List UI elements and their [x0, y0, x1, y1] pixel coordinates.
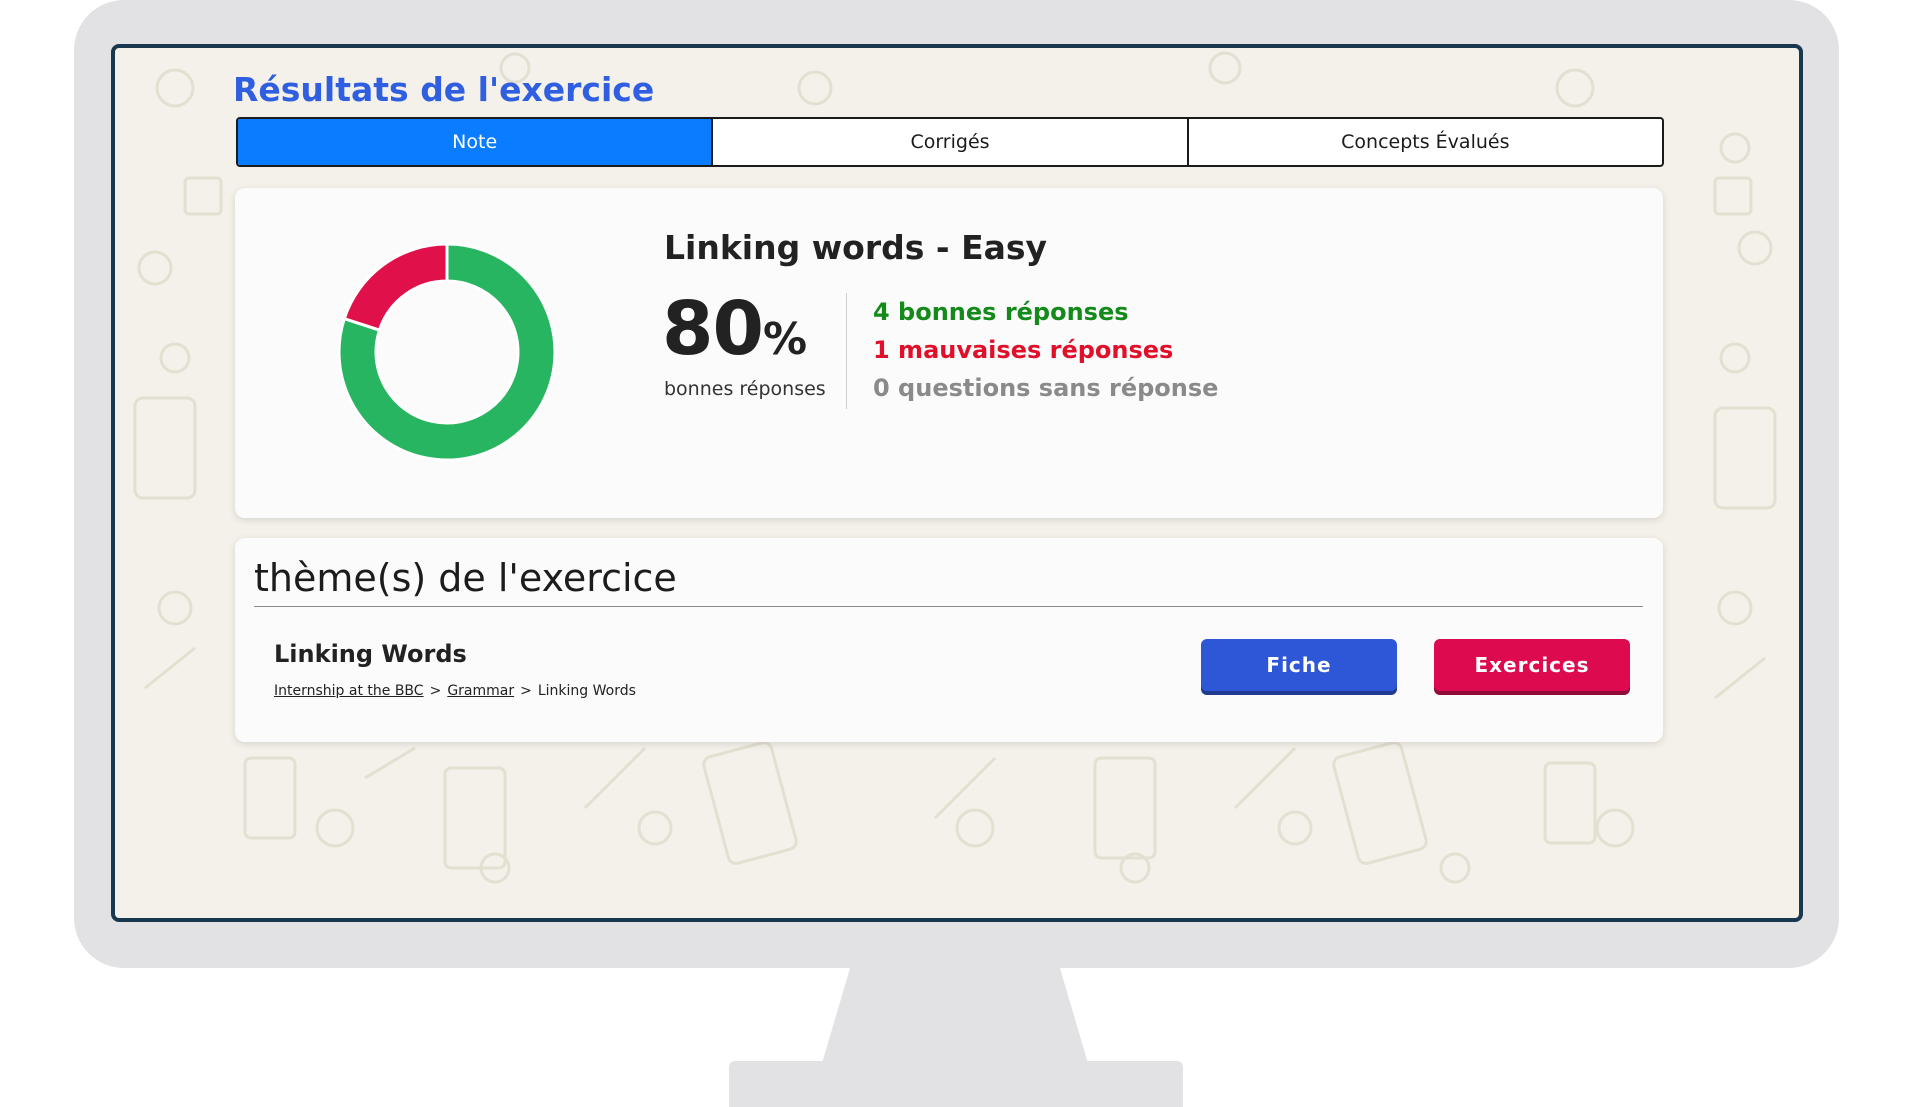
breadcrumb-separator: >	[429, 683, 442, 699]
breadcrumb: Internship at the BBC > Grammar > Linking Wo…	[274, 683, 636, 699]
correct-answers-count: 4 bonnes réponses	[873, 298, 1129, 326]
score-caption: bonnes réponses	[664, 378, 826, 400]
monitor-stand-neck	[820, 960, 1090, 1070]
score-percent-sign: %	[762, 314, 807, 365]
exercise-name: Linking words - Easy	[664, 228, 1048, 267]
unanswered-count: 0 questions sans réponse	[873, 374, 1219, 402]
theme-heading: thème(s) de l'exercice	[254, 556, 677, 600]
monitor-stand-base	[729, 1061, 1183, 1107]
page-title: Résultats de l'exercice	[233, 70, 655, 109]
screen: Résultats de l'exercice Note Corrigés Co…	[111, 44, 1803, 922]
breadcrumb-link-grammar[interactable]: Grammar	[447, 683, 514, 699]
theme-title: Linking Words	[274, 640, 467, 668]
breadcrumb-current: Linking Words	[537, 683, 636, 699]
tab-corriges[interactable]: Corrigés	[711, 119, 1186, 165]
results-tabs: Note Corrigés Concepts Évalués	[236, 117, 1664, 167]
score-donut-chart	[337, 242, 557, 462]
theme-card: thème(s) de l'exercice Linking Words Int…	[235, 538, 1663, 742]
tab-note[interactable]: Note	[238, 119, 712, 165]
breadcrumb-separator: >	[520, 683, 532, 699]
donut-segment-incorrect	[342, 242, 449, 332]
divider	[846, 293, 847, 409]
breadcrumb-link-internship[interactable]: Internship at the BBC	[274, 683, 424, 699]
wrong-answers-count: 1 mauvaises réponses	[873, 336, 1174, 364]
score-percent: 80%	[662, 286, 807, 372]
score-percent-value: 80	[662, 286, 764, 372]
tab-concepts-evalues[interactable]: Concepts Évalués	[1186, 119, 1662, 165]
exercices-button[interactable]: Exercices	[1434, 639, 1630, 691]
theme-divider	[254, 606, 1643, 607]
fiche-button[interactable]: Fiche	[1201, 639, 1397, 691]
score-card: Linking words - Easy 80% bonnes réponses…	[235, 188, 1663, 518]
